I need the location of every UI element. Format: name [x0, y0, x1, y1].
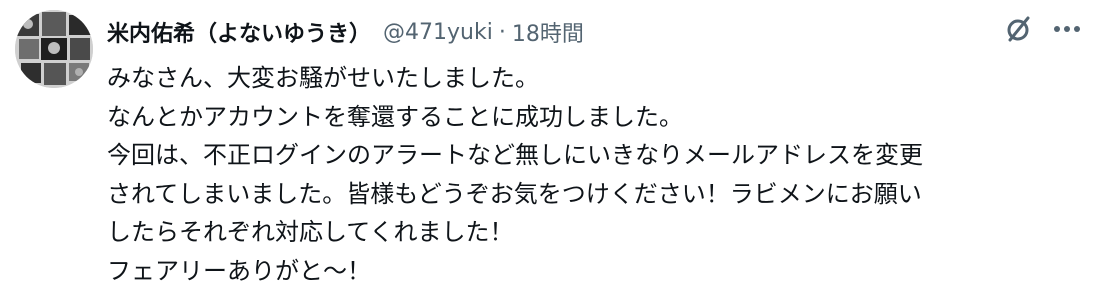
- tweet-text: みなさん、大変お騒がせいたしました。 なんとかアカウントを奪還することに成功しま…: [107, 59, 1082, 290]
- timestamp[interactable]: 18時間: [512, 16, 584, 48]
- tweet-text-line: されてしまいました。皆様もどうぞお気をつけください！ラビメンにお願い: [107, 179, 922, 208]
- avatar-image: [15, 10, 93, 88]
- user-handle[interactable]: @471yuki: [383, 20, 493, 45]
- tweet: 米内佑希（よないゆうき） @471yuki · 18時間 みなさん、大変お騒がせ…: [0, 0, 1102, 306]
- tweet-header: 米内佑希（よないゆうき） @471yuki · 18時間: [107, 14, 584, 50]
- tweet-text-line: したらそれぞれ対応してくれました！: [107, 218, 514, 246]
- slashed-circle-icon[interactable]: [1002, 12, 1036, 46]
- more-horizontal-icon[interactable]: [1050, 12, 1084, 46]
- separator-dot: ·: [498, 19, 506, 45]
- tweet-actions: [1002, 12, 1084, 46]
- display-name[interactable]: 米内佑希（よないゆうき）: [107, 16, 371, 48]
- avatar[interactable]: [15, 10, 93, 88]
- tweet-text-line: なんとかアカウントを奪還することに成功しました。: [107, 102, 683, 131]
- tweet-text-line: フェアリーありがと〜！: [107, 256, 371, 285]
- tweet-text-line: みなさん、大変お騒がせいたしました。: [107, 64, 539, 92]
- tweet-text-line: 今回は、不正ログインのアラートなど無しにいきなりメールアドレスを変更: [107, 141, 923, 169]
